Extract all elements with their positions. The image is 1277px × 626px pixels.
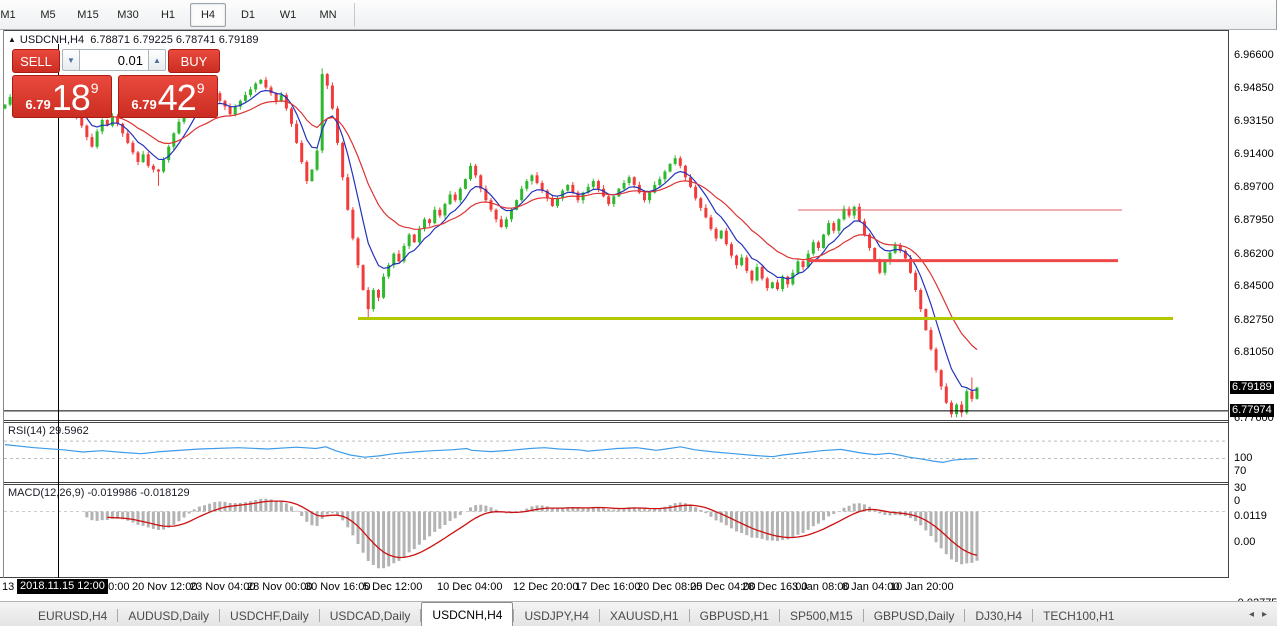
macd-axis-label: 0.00: [1234, 536, 1255, 548]
crosshair-date-box: 2018.11.15 12:00: [17, 579, 108, 594]
tab-dj30-h4[interactable]: DJ30,H4: [965, 606, 1032, 626]
sell-price-big: 18: [52, 81, 90, 114]
sell-price-button[interactable]: 6.79 18 9: [12, 75, 112, 118]
price-axis-label: 6.86200: [1234, 248, 1274, 260]
one-click-trading-panel: SELL ▼ ▲ BUY 6.79 18 9 6.79 42 9: [12, 49, 220, 118]
terminal-window: M1M5M15M30H1H4D1W1MN ▲ USDCNH,H4 6.78871 …: [0, 0, 1277, 626]
rsi-value: 29.5962: [49, 425, 89, 437]
chart-window: ▲ USDCNH,H4 6.78871 6.79225 6.78741 6.791…: [0, 30, 1277, 626]
timeframe-button-h4[interactable]: H4: [190, 3, 226, 27]
price-axis-label: 6.82750: [1234, 314, 1274, 326]
sell-price-sup: 9: [91, 81, 99, 95]
time-axis-label: 23 Nov 04:00: [190, 581, 255, 593]
buy-price-sup: 9: [197, 81, 205, 95]
timeframe-button-m1[interactable]: M1: [0, 3, 26, 27]
time-axis-label: 28 Nov 00:00: [247, 581, 312, 593]
price-axis-label: 6.81050: [1234, 346, 1274, 358]
toolbar-separator: [354, 3, 355, 27]
tab-xauusd-h1[interactable]: XAUUSD,H1: [600, 606, 689, 626]
chart-canvas[interactable]: [0, 30, 1277, 626]
tab-audusd-daily[interactable]: AUDUSD,Daily: [118, 606, 219, 626]
tab-usdcnh-h4[interactable]: USDCNH,H4: [421, 602, 513, 626]
time-axis-label: 12 Dec 20:00: [513, 581, 578, 593]
price-marker-line-level: 6.77974: [1230, 404, 1274, 417]
macd-value: -0.019986: [87, 487, 137, 499]
tabs-scroll-left-icon[interactable]: ◂: [1249, 609, 1254, 620]
chevron-up-icon: ▲: [153, 56, 161, 65]
price-axis-label: 6.84500: [1234, 280, 1274, 292]
buy-button[interactable]: BUY: [168, 49, 220, 73]
lot-increase-button[interactable]: ▲: [148, 49, 166, 71]
chart-symbol: USDCNH,H4: [20, 34, 84, 46]
macd-axis-label: 0.0119: [1234, 510, 1267, 522]
timeframe-button-w1[interactable]: W1: [270, 3, 306, 27]
lot-size-input[interactable]: [80, 49, 148, 71]
macd-name: MACD(12,26,9): [8, 487, 84, 499]
lot-decrease-button[interactable]: ▼: [62, 49, 80, 71]
rsi-axis-label: 70: [1234, 465, 1246, 477]
timeframe-button-m5[interactable]: M5: [30, 3, 66, 27]
rsi-axis-label: 30: [1234, 482, 1246, 494]
tab-eurusd-h4[interactable]: EURUSD,H4: [28, 606, 117, 626]
tab-scroll-nav: ◂▸: [1249, 602, 1277, 626]
timeframe-toolbar: M1M5M15M30H1H4D1W1MN: [0, 0, 1276, 30]
time-axis-label: 5 Dec 12:00: [363, 581, 422, 593]
chart-title: ▲ USDCNH,H4 6.78871 6.79225 6.78741 6.791…: [8, 34, 258, 46]
time-axis-label: 20 Nov 12:00: [132, 581, 197, 593]
timeframe-button-d1[interactable]: D1: [230, 3, 266, 27]
tab-gbpusd-h1[interactable]: GBPUSD,H1: [690, 606, 779, 626]
price-marker-bid: 6.79189: [1230, 381, 1274, 394]
chevron-down-icon: ▼: [67, 56, 75, 65]
timeframe-button-h1[interactable]: H1: [150, 3, 186, 27]
rsi-name: RSI(14): [8, 425, 46, 437]
rsi-indicator-label: RSI(14) 29.5962: [8, 425, 89, 437]
tab-usdchf-daily[interactable]: USDCHF,Daily: [220, 606, 319, 626]
collapse-arrow-icon[interactable]: ▲: [8, 35, 16, 44]
tabs-scroll-right-icon[interactable]: ▸: [1262, 609, 1267, 620]
time-axis-label: 10 Jan 20:00: [890, 581, 954, 593]
timeframe-button-m15[interactable]: M15: [70, 3, 106, 27]
rsi-axis-label: 0: [1234, 495, 1240, 507]
tab-usdjpy-h4[interactable]: USDJPY,H4: [514, 606, 598, 626]
sell-price-prefix: 6.79: [25, 95, 50, 114]
time-axis[interactable]: 13 Nov20:0020 Nov 12:0023 Nov 04:0028 No…: [0, 578, 1229, 600]
time-axis-label: 17 Dec 16:00: [575, 581, 640, 593]
price-axis-label: 6.89700: [1234, 181, 1274, 193]
macd-signal-value: -0.018129: [140, 487, 190, 499]
price-axis-label: 6.94850: [1234, 82, 1274, 94]
chart-tab-bar: EURUSD,H4AUDUSD,DailyUSDCHF,DailyUSDCAD,…: [0, 601, 1277, 626]
rsi-axis-label: 100: [1234, 452, 1252, 464]
chart-ohlc-values: 6.78871 6.79225 6.78741 6.79189: [90, 34, 258, 46]
buy-price-big: 42: [158, 81, 196, 114]
price-axis-label: 6.96600: [1234, 49, 1274, 61]
buy-price-prefix: 6.79: [131, 95, 156, 114]
tab-sp500-m15[interactable]: SP500,M15: [780, 606, 863, 626]
macd-indicator-label: MACD(12,26,9) -0.019986 -0.018129: [8, 487, 190, 499]
sell-button[interactable]: SELL: [12, 49, 60, 73]
tab-gbpusd-daily[interactable]: GBPUSD,Daily: [864, 606, 965, 626]
tab-usdcad-daily[interactable]: USDCAD,Daily: [320, 606, 421, 626]
timeframe-button-m30[interactable]: M30: [110, 3, 146, 27]
timeframe-button-mn[interactable]: MN: [310, 3, 346, 27]
tab-tech100-h1[interactable]: TECH100,H1: [1033, 606, 1124, 626]
price-axis-label: 6.87950: [1234, 214, 1274, 226]
time-axis-label: 30 Nov 16:00: [305, 581, 370, 593]
time-axis-label: 3 Jan 08:00: [792, 581, 850, 593]
time-axis-label: 10 Dec 04:00: [437, 581, 502, 593]
price-axis-label: 6.91400: [1234, 148, 1274, 160]
price-axis-label: 6.93150: [1234, 115, 1274, 127]
price-axis[interactable]: 6.96600 6.94850 6.93150 6.91400 6.89700 6.879…: [1229, 30, 1277, 600]
buy-price-button[interactable]: 6.79 42 9: [118, 75, 218, 118]
